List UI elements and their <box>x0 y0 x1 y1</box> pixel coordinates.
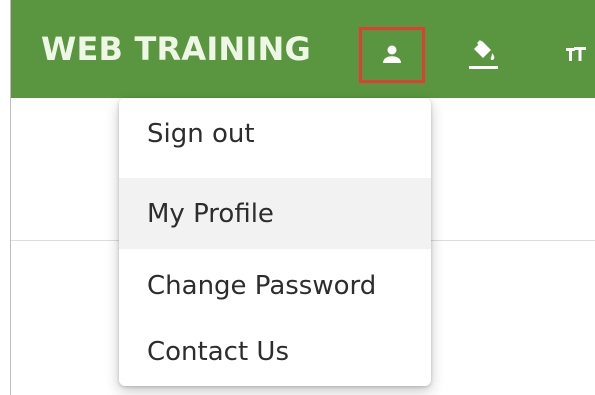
text-size-button[interactable] <box>553 26 593 84</box>
text-size-icon <box>566 47 586 61</box>
user-dropdown-menu: Sign out My Profile Change Password Cont… <box>119 98 431 386</box>
user-menu-button[interactable] <box>359 27 425 83</box>
brand-title: WEB TRAINING <box>41 30 311 68</box>
contact-us-menu-item[interactable]: Contact Us <box>119 319 431 386</box>
app-viewport: WEB TRAINING Sign out My Profile Change … <box>0 0 595 395</box>
my-profile-menu-item[interactable]: My Profile <box>119 178 431 249</box>
user-icon <box>383 45 401 63</box>
top-header: WEB TRAINING <box>11 0 595 98</box>
sign-out-menu-item[interactable]: Sign out <box>119 98 431 178</box>
paint-bucket-icon <box>469 40 498 69</box>
change-password-menu-item[interactable]: Change Password <box>119 249 431 319</box>
theme-button[interactable] <box>459 26 507 84</box>
